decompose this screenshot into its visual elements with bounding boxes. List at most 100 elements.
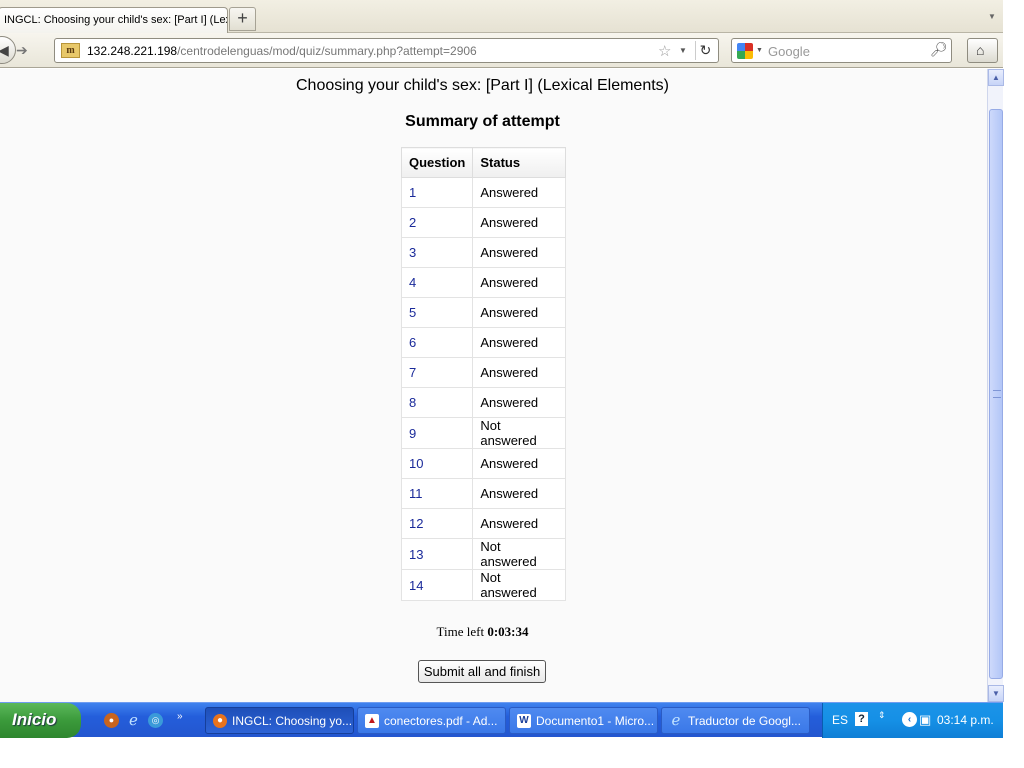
vertical-scrollbar[interactable]: ▲ ▼ [987, 69, 1004, 702]
url-path: /centrodelenguas/mod/quiz/summary.php?at… [177, 44, 477, 58]
start-button[interactable]: Inicio [0, 703, 81, 738]
time-left-label: Time left [436, 624, 485, 639]
taskbar: Inicio ● ℯ ◎ » ● INGCL: Choosing yo... ▲… [0, 702, 1003, 738]
status-cell: Answered [472, 387, 567, 418]
status-cell: Answered [472, 297, 567, 328]
table-row: 2 Answered [400, 207, 567, 238]
task-button-ie[interactable]: ℯ Traductor de Googl... [661, 707, 810, 734]
status-cell: Answered [472, 357, 567, 388]
clock[interactable]: 03:14 p.m. [937, 713, 994, 727]
reload-icon[interactable]: ↻ [695, 41, 715, 60]
question-link[interactable]: 11 [400, 478, 474, 509]
url-text[interactable]: 132.248.221.198/centrodelenguas/mod/quiz… [87, 44, 477, 58]
quicklaunch-ie-icon[interactable]: ℯ [126, 713, 141, 728]
site-favicon-icon: m [61, 43, 80, 58]
submit-all-button[interactable]: Submit all and finish [418, 660, 546, 683]
task-button-label: Traductor de Googl... [688, 714, 801, 728]
table-row: 9 Not answered [400, 417, 567, 449]
status-cell: Answered [472, 327, 567, 358]
back-arrow-icon: ◀ [0, 42, 9, 58]
question-link[interactable]: 10 [400, 448, 474, 479]
language-indicator[interactable]: ES [832, 713, 848, 727]
tab-active[interactable]: INGCL: Choosing your child's sex: [Part … [0, 7, 228, 33]
scroll-down-arrow-icon[interactable]: ▼ [988, 685, 1004, 702]
google-logo-icon[interactable] [737, 43, 753, 59]
navigation-toolbar: ◀ ➔ m 132.248.221.198/centrodelenguas/mo… [0, 33, 1003, 68]
summary-table: Question Status 1 Answered 2 Answered 3 Ans… [400, 147, 567, 601]
new-tab-button[interactable]: + [229, 7, 256, 31]
task-button-firefox[interactable]: ● INGCL: Choosing yo... [205, 707, 354, 734]
quicklaunch-desktop-icon[interactable]: ◎ [148, 713, 163, 728]
status-cell: Answered [472, 177, 567, 208]
search-input[interactable] [768, 44, 918, 59]
search-bar[interactable]: ▼ 🔎︎ [731, 38, 952, 63]
question-link[interactable]: 8 [400, 387, 474, 418]
column-header-status: Status [472, 147, 567, 178]
search-magnifier-icon[interactable]: 🔎︎ [930, 41, 948, 58]
question-link[interactable]: 9 [400, 417, 474, 449]
tab-strip: INGCL: Choosing your child's sex: [Part … [0, 0, 1003, 33]
bookmark-star-icon[interactable]: ☆ [658, 42, 671, 60]
status-cell: Not answered [472, 569, 567, 601]
table-row: 4 Answered [400, 267, 567, 298]
status-cell: Answered [472, 237, 567, 268]
tray-collapse-arrow-icon[interactable]: ‹ [902, 712, 917, 727]
help-icon[interactable]: ? [855, 712, 868, 726]
task-button-pdf[interactable]: ▲ conectores.pdf - Ad... [357, 707, 506, 734]
question-link[interactable]: 12 [400, 508, 474, 539]
question-link[interactable]: 7 [400, 357, 474, 388]
table-row: 3 Answered [400, 237, 567, 268]
question-link[interactable]: 13 [400, 538, 474, 570]
tray-expand-icon[interactable]: ⇕ [878, 710, 886, 721]
network-icon[interactable]: ▣ [919, 712, 931, 728]
task-button-word[interactable]: W Documento1 - Micro... [509, 707, 658, 734]
table-row: 11 Answered [400, 478, 567, 509]
screen: INGCL: Choosing your child's sex: [Part … [0, 0, 1024, 768]
question-link[interactable]: 6 [400, 327, 474, 358]
page-title: Choosing your child's sex: [Part I] (Lex… [296, 77, 669, 94]
status-cell: Answered [472, 207, 567, 238]
table-header-row: Question Status [400, 147, 567, 178]
status-cell: Not answered [472, 538, 567, 570]
table-row: 1 Answered [400, 177, 567, 208]
status-cell: Answered [472, 448, 567, 479]
question-link[interactable]: 14 [400, 569, 474, 601]
time-left: Time left 0:03:34 [0, 624, 965, 640]
question-link[interactable]: 5 [400, 297, 474, 328]
forward-arrow-icon[interactable]: ➔ [16, 42, 28, 59]
pdf-icon: ▲ [365, 714, 379, 728]
ie-icon: ℯ [671, 712, 681, 729]
task-button-label: INGCL: Choosing yo... [232, 714, 353, 728]
table-row: 13 Not answered [400, 538, 567, 570]
home-icon: ⌂ [976, 42, 985, 58]
status-cell: Answered [472, 508, 567, 539]
table-row: 6 Answered [400, 327, 567, 358]
word-icon: W [517, 714, 531, 728]
scroll-up-arrow-icon[interactable]: ▲ [988, 69, 1004, 86]
scroll-grip-icon [993, 390, 1001, 398]
question-link[interactable]: 3 [400, 237, 474, 268]
question-link[interactable]: 4 [400, 267, 474, 298]
table-row: 14 Not answered [400, 569, 567, 601]
table-row: 8 Answered [400, 387, 567, 418]
task-button-label: Documento1 - Micro... [536, 714, 655, 728]
url-history-dropdown-icon[interactable]: ▼ [679, 46, 687, 55]
question-link[interactable]: 1 [400, 177, 474, 208]
quicklaunch-more-icon[interactable]: » [177, 711, 183, 722]
status-cell: Answered [472, 267, 567, 298]
search-engine-dropdown-icon[interactable]: ▼ [756, 47, 763, 54]
table-row: 10 Answered [400, 448, 567, 479]
page-content: Choosing your child's sex: [Part I] (Lex… [0, 69, 987, 702]
time-left-value: 0:03:34 [487, 624, 529, 639]
back-button[interactable]: ◀ [0, 36, 16, 64]
quicklaunch-app-icon[interactable]: ● [104, 713, 119, 728]
task-button-label: conectores.pdf - Ad... [384, 714, 498, 728]
tab-list-arrow-icon[interactable]: ▼ [988, 12, 996, 21]
question-link[interactable]: 2 [400, 207, 474, 238]
summary-heading: Summary of attempt [405, 113, 560, 130]
scroll-thumb[interactable] [989, 109, 1003, 679]
table-row: 12 Answered [400, 508, 567, 539]
home-button[interactable]: ⌂ [967, 38, 998, 63]
url-host: 132.248.221.198 [87, 44, 178, 58]
address-bar[interactable]: m 132.248.221.198/centrodelenguas/mod/qu… [54, 38, 719, 63]
